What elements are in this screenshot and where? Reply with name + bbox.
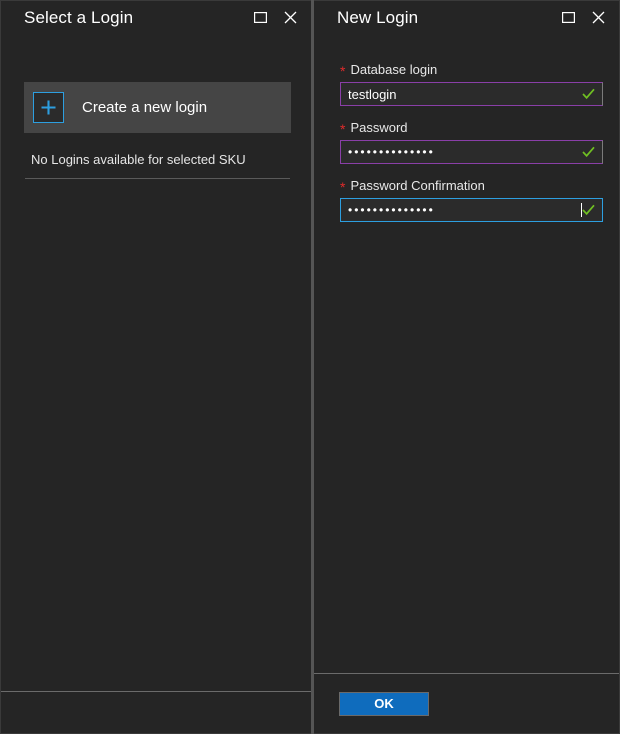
- database-login-label-text: Database login: [350, 62, 437, 77]
- empty-list-message: No Logins available for selected SKU: [31, 152, 246, 167]
- right-panel-title: New Login: [337, 8, 553, 28]
- required-asterisk: *: [340, 64, 345, 78]
- password-value: ••••••••••••••: [341, 145, 582, 159]
- left-panel-footer: [1, 691, 311, 733]
- password-confirmation-label-text: Password Confirmation: [350, 178, 484, 193]
- restore-icon: [562, 12, 575, 23]
- restore-icon: [254, 12, 267, 23]
- check-icon: [582, 146, 595, 158]
- list-divider: [25, 178, 290, 179]
- new-login-panel: New Login *: [314, 0, 620, 734]
- dialog-root: Select a Login: [0, 0, 620, 734]
- password-confirmation-field: * Password Confirmation ••••••••••••••: [340, 178, 603, 222]
- create-a-new-login-tile[interactable]: Create a new login: [24, 82, 291, 133]
- close-icon: [592, 11, 605, 24]
- right-panel-titlebar: New Login: [314, 1, 619, 34]
- required-asterisk: *: [340, 122, 345, 136]
- right-panel-footer: OK: [314, 673, 619, 733]
- right-restore-button[interactable]: [553, 5, 583, 31]
- database-login-label: * Database login: [340, 62, 603, 77]
- check-icon: [582, 88, 595, 100]
- right-close-button[interactable]: [583, 5, 613, 31]
- password-input[interactable]: ••••••••••••••: [340, 140, 603, 164]
- password-label-text: Password: [350, 120, 407, 135]
- database-login-field: * Database login testlogin: [340, 62, 603, 106]
- password-label: * Password: [340, 120, 603, 135]
- left-close-button[interactable]: [275, 5, 305, 31]
- left-restore-button[interactable]: [245, 5, 275, 31]
- database-login-input[interactable]: testlogin: [340, 82, 603, 106]
- password-confirmation-value: ••••••••••••••: [341, 203, 582, 217]
- plus-icon: [33, 92, 64, 123]
- select-a-login-panel: Select a Login: [0, 0, 311, 734]
- ok-button[interactable]: OK: [339, 692, 429, 716]
- database-login-value: testlogin: [341, 87, 582, 102]
- left-panel-title: Select a Login: [24, 8, 245, 28]
- left-panel-titlebar: Select a Login: [1, 1, 311, 34]
- password-confirmation-input[interactable]: ••••••••••••••: [340, 198, 603, 222]
- required-asterisk: *: [340, 180, 345, 194]
- check-icon: [582, 204, 595, 216]
- new-login-form: * Database login testlogin * Password: [314, 34, 619, 673]
- create-a-new-login-label: Create a new login: [82, 99, 207, 116]
- password-confirmation-label: * Password Confirmation: [340, 178, 603, 193]
- close-icon: [284, 11, 297, 24]
- password-field: * Password ••••••••••••••: [340, 120, 603, 164]
- left-panel-body: Create a new login No Logins available f…: [1, 34, 311, 691]
